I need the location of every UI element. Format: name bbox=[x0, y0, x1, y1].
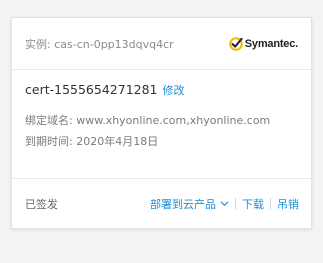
chevron-down-icon bbox=[220, 201, 229, 207]
expire-value: 2020年4月18日 bbox=[76, 135, 159, 148]
deploy-label: 部署到云产品 bbox=[150, 197, 216, 211]
expire-row: 到期时间: 2020年4月18日 bbox=[25, 133, 298, 149]
card-footer: 已签发 部署到云产品 下载 吊销 bbox=[12, 178, 311, 228]
card-body: cert-1555654271281 修改 绑定域名: www.xhyonlin… bbox=[12, 70, 311, 178]
download-link[interactable]: 下载 bbox=[242, 196, 264, 212]
action-links: 部署到云产品 下载 吊销 bbox=[150, 196, 299, 212]
brand-name: Symantec. bbox=[244, 37, 298, 50]
card-header: 实例: cas-cn-0pp13dqvq4c​r Symantec. bbox=[12, 18, 311, 70]
domain-value: www.xhyonline.com,xhyonline.com bbox=[76, 114, 271, 127]
instance-id: cas-cn-0pp13dqvq4c​r bbox=[54, 37, 174, 51]
deploy-dropdown[interactable]: 部署到云产品 bbox=[150, 196, 229, 212]
certificate-card: 实例: cas-cn-0pp13dqvq4c​r Symantec. cert-… bbox=[11, 17, 312, 229]
cert-name: cert-1555654271281 bbox=[25, 82, 158, 97]
revoke-link[interactable]: 吊销 bbox=[277, 196, 299, 212]
brand-logo: Symantec. bbox=[228, 36, 298, 51]
instance-label: 实例: bbox=[25, 37, 51, 51]
domain-row: 绑定域名: www.xhyonline.com,xhyonline.com bbox=[25, 112, 298, 128]
expire-label: 到期时间: bbox=[25, 135, 73, 148]
cert-title-row: cert-1555654271281 修改 bbox=[25, 82, 298, 98]
status-text: 已签发 bbox=[25, 197, 58, 211]
divider bbox=[270, 198, 271, 209]
domain-label: 绑定域名: bbox=[25, 114, 73, 127]
instance-info: 实例: cas-cn-0pp13dqvq4c​r bbox=[25, 36, 174, 52]
edit-link[interactable]: 修改 bbox=[163, 82, 185, 98]
symantec-check-icon bbox=[228, 36, 243, 51]
divider bbox=[235, 198, 236, 209]
